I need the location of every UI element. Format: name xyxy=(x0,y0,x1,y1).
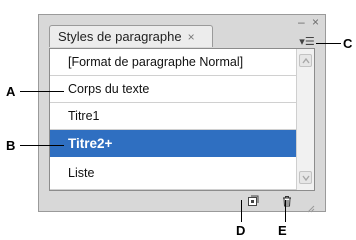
styles-list: [Format de paragraphe Normal] Corps du t… xyxy=(49,48,315,191)
callout-label-a: A xyxy=(6,84,16,99)
scroll-up-icon[interactable] xyxy=(299,54,312,67)
tab-label: Styles de paragraphe xyxy=(58,29,182,44)
callout-line-a xyxy=(20,91,64,92)
window-controls[interactable]: – × xyxy=(298,15,321,29)
tab-paragraph-styles[interactable]: Styles de paragraphe × xyxy=(49,25,213,47)
list-item-style[interactable]: Corps du texte xyxy=(50,76,296,103)
resize-grip-icon[interactable] xyxy=(305,200,315,213)
callout-line-b xyxy=(20,145,64,146)
callout-label-d: D xyxy=(236,223,246,238)
callout-line-e xyxy=(285,200,286,222)
callout-label-b: B xyxy=(6,138,16,153)
list-item-style[interactable]: Liste xyxy=(50,157,296,190)
style-label: Titre1 xyxy=(68,109,100,123)
callout-label-c: C xyxy=(343,36,353,51)
list-item-style[interactable]: Titre1 xyxy=(50,103,296,130)
style-label: Titre2+ xyxy=(68,135,113,151)
callout-label-e: E xyxy=(278,223,287,238)
trash-icon[interactable] xyxy=(281,195,293,207)
style-label: Corps du texte xyxy=(68,82,150,96)
style-label: Liste xyxy=(68,166,95,180)
callout-line-c xyxy=(316,43,341,44)
scroll-down-icon[interactable] xyxy=(299,171,312,184)
new-style-icon[interactable] xyxy=(247,195,259,207)
list-item-style[interactable]: [Format de paragraphe Normal] xyxy=(50,49,296,76)
panel-menu-button[interactable]: ▾☰ xyxy=(297,35,317,48)
paragraph-styles-panel: – × Styles de paragraphe × ▾☰ [Format de… xyxy=(38,14,326,213)
callout-line-d xyxy=(241,200,242,222)
panel-footer xyxy=(49,192,315,213)
list-item-style-selected[interactable]: Titre2+ xyxy=(50,130,296,157)
scrollbar[interactable] xyxy=(296,49,314,190)
tab-close-icon[interactable]: × xyxy=(188,30,195,44)
panel-menu-icon: ▾☰ xyxy=(299,35,315,48)
style-label: [Format de paragraphe Normal] xyxy=(68,55,244,69)
